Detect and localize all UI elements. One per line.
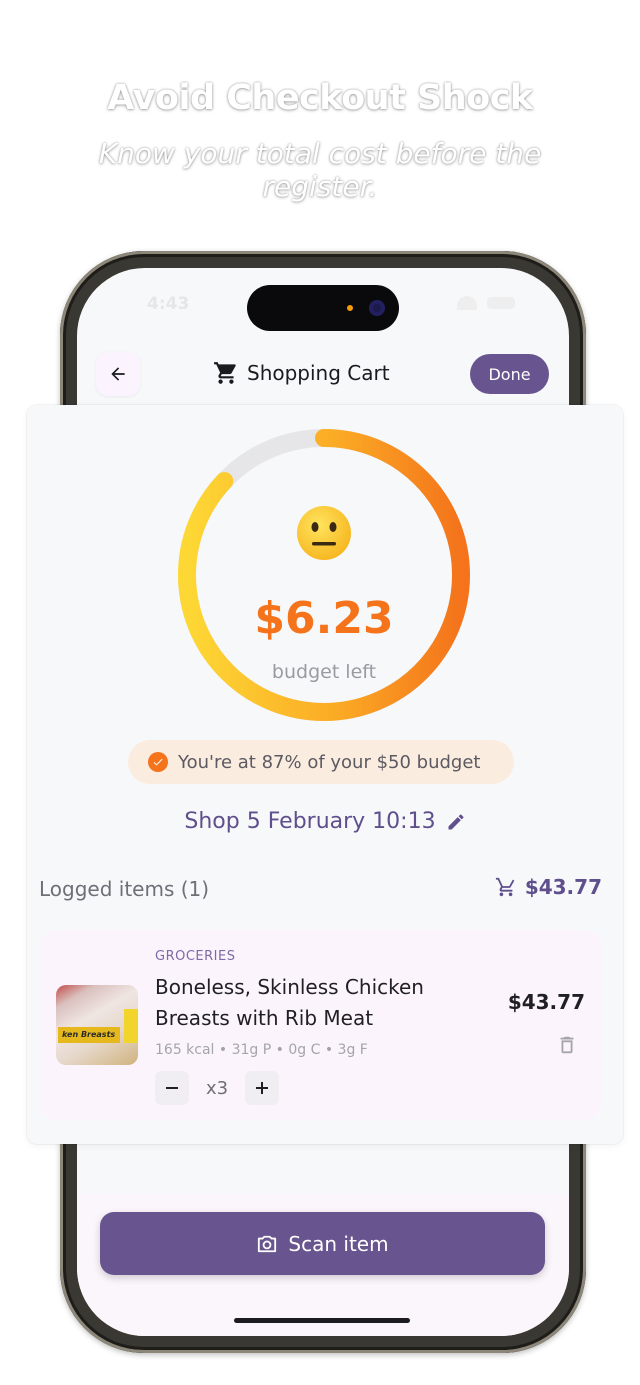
dynamic-island xyxy=(247,285,399,331)
item-category: GROCERIES xyxy=(155,949,236,964)
arrow-left-icon xyxy=(111,367,125,381)
promo-headline: Avoid Checkout Shock xyxy=(107,78,533,118)
item-macros: 165 kcal • 31g P • 0g C • 3g F xyxy=(155,1042,368,1058)
cart-outline-icon xyxy=(495,877,515,897)
item-price: $43.77 xyxy=(507,990,585,1014)
product-thumbnail: ken Breasts xyxy=(56,985,138,1065)
budget-gauge: $6.23 budget left xyxy=(174,425,474,725)
back-button[interactable] xyxy=(96,352,140,396)
pencil-icon[interactable] xyxy=(446,812,466,832)
page-title-text: Shopping Cart xyxy=(247,361,390,385)
status-time: 4:43 xyxy=(147,294,190,314)
logged-total: $43.77 xyxy=(495,875,602,899)
list-item[interactable]: ken Breasts GROCERIES Boneless, Skinless… xyxy=(39,930,602,1120)
neutral-face-icon xyxy=(297,506,351,560)
quantity-value: x3 xyxy=(205,1077,229,1099)
shop-title[interactable]: Shop 5 February 10:13 xyxy=(27,809,623,834)
delete-item-button[interactable] xyxy=(556,1033,578,1061)
wifi-icon xyxy=(457,296,477,310)
promo-subline: Know your total cost before the register… xyxy=(98,137,542,203)
increase-quantity-button[interactable] xyxy=(245,1071,279,1105)
check-circle-icon xyxy=(148,752,168,772)
status-indicators xyxy=(457,296,515,310)
logged-items-label: Logged items (1) xyxy=(39,877,210,901)
mood-emoji-icon xyxy=(174,505,474,565)
camera-icon xyxy=(258,1235,277,1252)
budget-card: $6.23 budget left You're at 87% of your … xyxy=(27,405,623,1144)
shopping-cart-icon xyxy=(214,362,236,384)
scan-item-button[interactable]: Scan item xyxy=(100,1212,545,1275)
scan-item-label: Scan item xyxy=(288,1231,389,1256)
thumbnail-label: ken Breasts xyxy=(58,1027,120,1043)
decrease-quantity-button[interactable] xyxy=(155,1071,189,1105)
quantity-stepper: x3 xyxy=(155,1071,279,1105)
done-button[interactable]: Done xyxy=(470,354,549,394)
budget-usage-text: You're at 87% of your $50 budget xyxy=(178,751,481,773)
thumbnail-tag xyxy=(124,1009,138,1043)
trash-icon xyxy=(560,1036,574,1054)
minus-icon xyxy=(166,1087,178,1089)
battery-icon xyxy=(487,297,515,309)
page-title: Shopping Cart xyxy=(213,360,390,386)
privacy-indicator-icon xyxy=(347,305,353,311)
home-indicator[interactable] xyxy=(234,1318,410,1323)
logged-total-value: $43.77 xyxy=(524,875,602,899)
budget-caption: budget left xyxy=(271,661,377,683)
item-name: Boneless, Skinless Chicken Breasts with … xyxy=(155,975,424,1030)
plus-icon xyxy=(256,1082,268,1094)
shop-title-text: Shop 5 February 10:13 xyxy=(184,809,436,834)
budget-usage-badge: You're at 87% of your $50 budget xyxy=(128,740,514,784)
budget-remaining: $6.23 xyxy=(254,593,394,644)
front-camera-icon xyxy=(369,300,385,316)
